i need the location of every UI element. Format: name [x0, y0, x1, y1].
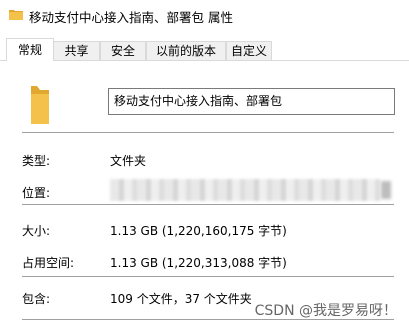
contains-label: 包含: [22, 292, 51, 306]
folder-name-input[interactable]: 移动支付中心接入指南、部署包 [108, 88, 395, 115]
type-value: 文件夹 [110, 154, 147, 168]
divider [22, 132, 394, 133]
tab-customize[interactable]: 自定义 [226, 41, 272, 60]
general-panel: 移动支付中心接入指南、部署包 类型: 文件夹 位置: 大小: 1.13 GB (… [0, 60, 409, 328]
folder-icon [9, 10, 23, 20]
divider [22, 204, 394, 205]
tab-previous-versions[interactable]: 以前的版本 [146, 41, 226, 60]
tab-bar: 常规 共享 安全 以前的版本 自定义 [0, 38, 409, 61]
divider [22, 276, 394, 277]
type-label: 类型: [22, 154, 51, 168]
location-value-redacted [110, 179, 380, 201]
title-bar: 移动支付中心接入指南、部署包 属性 [0, 0, 409, 32]
disk-size-value: 1.13 GB (1,220,313,088 字节) [110, 256, 287, 270]
contains-value: 109 个文件，37 个文件夹 [110, 292, 252, 306]
large-folder-icon [31, 86, 49, 124]
location-label: 位置: [22, 186, 51, 200]
tab-sharing[interactable]: 共享 [53, 41, 100, 60]
window-title: 移动支付中心接入指南、部署包 属性 [29, 10, 233, 25]
location-value-redacted-end [381, 181, 391, 199]
size-label: 大小: [22, 224, 51, 238]
tab-general[interactable]: 常规 [6, 38, 54, 61]
size-value: 1.13 GB (1,220,160,175 字节) [110, 224, 287, 238]
disk-size-label: 占用空间: [22, 256, 75, 270]
tab-security[interactable]: 安全 [100, 41, 146, 60]
watermark: CSDN @我是罗易呀！ [254, 303, 397, 319]
